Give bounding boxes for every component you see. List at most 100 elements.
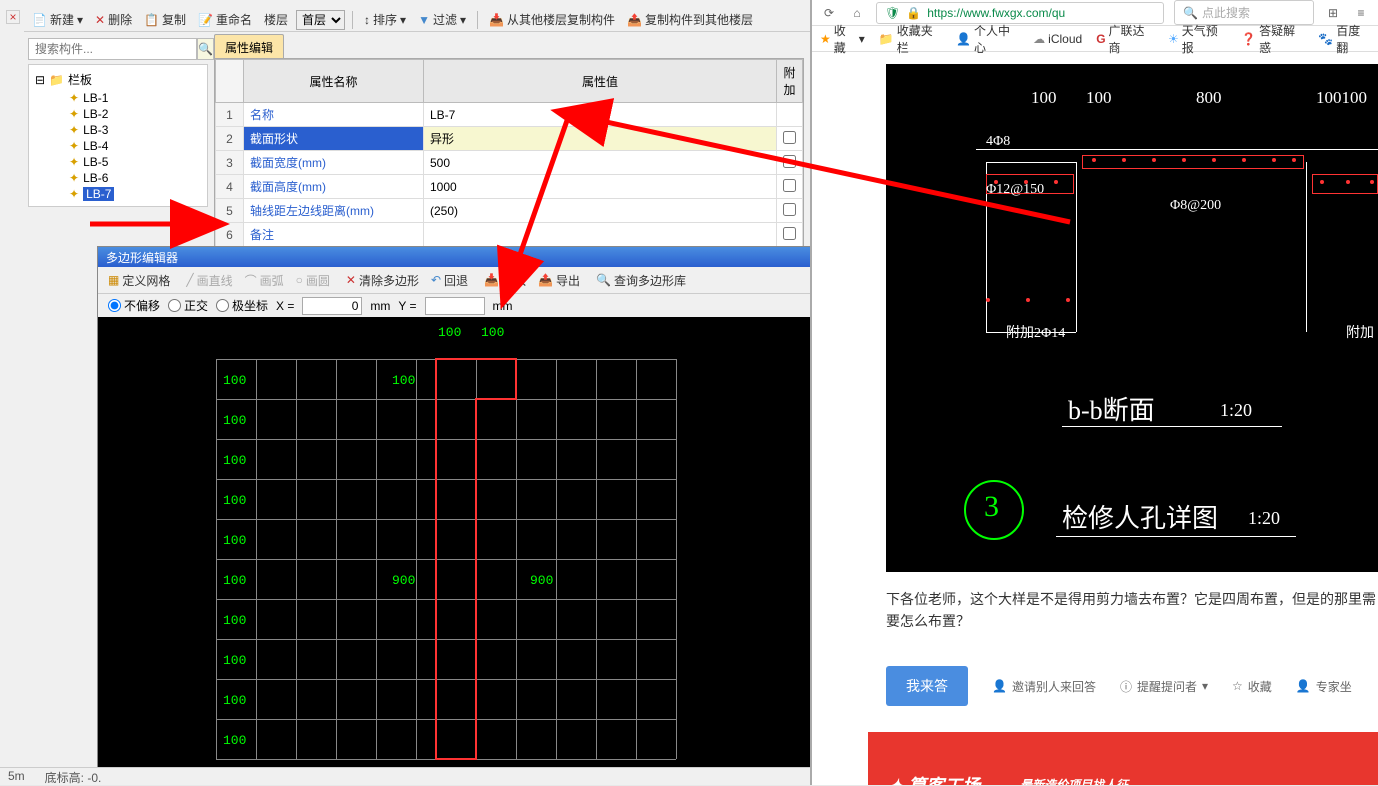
answer-button[interactable]: 我来答 bbox=[886, 666, 968, 706]
ortho-radio[interactable]: 正交 bbox=[168, 297, 208, 314]
tree-item[interactable]: ✦LB-1 bbox=[29, 90, 207, 106]
polygon-canvas[interactable]: 100 100 100 100 100 100 100 100 100 100 … bbox=[98, 317, 848, 780]
import-button[interactable]: 📥导入 bbox=[480, 270, 530, 291]
status-right: 底标高: -0. bbox=[45, 769, 102, 784]
promo-banner[interactable]: ✦ 算客工场 最新造价项目找人征 bbox=[868, 732, 1378, 785]
prop-value[interactable]: LB-7 bbox=[424, 103, 777, 127]
line-icon: ╱ bbox=[186, 273, 193, 287]
undo-button[interactable]: ↶回退 bbox=[427, 270, 472, 291]
col-value: 属性值 bbox=[424, 60, 777, 103]
draw-arc-button[interactable]: ⌒画弧 bbox=[241, 270, 288, 291]
home-button[interactable]: ⌂ bbox=[848, 4, 866, 22]
dim-label: 100 bbox=[392, 373, 415, 388]
mm-label: mm bbox=[493, 299, 513, 313]
prop-value[interactable]: 500 bbox=[424, 151, 777, 175]
address-bar[interactable]: 🛡 🔒 https://www.fwxgx.com/qu bbox=[876, 2, 1164, 24]
bookmark-weather[interactable]: ☀天气预报 bbox=[1168, 22, 1227, 56]
menu-icon[interactable]: ≡ bbox=[1352, 4, 1370, 22]
shield-icon: 🛡 bbox=[885, 6, 900, 20]
prop-name: 备注 bbox=[244, 223, 424, 247]
prop-value[interactable]: 异形 bbox=[424, 127, 777, 151]
arc-icon: ⌒ bbox=[245, 272, 257, 289]
search-input[interactable] bbox=[28, 38, 197, 60]
search-button[interactable]: 🔍 bbox=[197, 38, 214, 60]
folder-icon: 📁 bbox=[879, 32, 894, 46]
item-icon: ✦ bbox=[69, 171, 79, 185]
define-grid-button[interactable]: ▦定义网格 bbox=[104, 270, 174, 291]
polygon-title-bar[interactable]: 多边形编辑器 ✕ bbox=[98, 247, 848, 267]
prop-name: 截面高度(mm) bbox=[244, 175, 424, 199]
draw-circle-button[interactable]: ○画圆 bbox=[292, 270, 334, 291]
y-input[interactable] bbox=[425, 297, 485, 315]
close-icon[interactable]: × bbox=[6, 10, 20, 24]
cad-dim: 800 bbox=[1196, 88, 1222, 108]
prop-value[interactable] bbox=[424, 223, 777, 247]
cad-drawing: 100 100 800 100100 4Φ8 Φ12@150 bbox=[886, 64, 1378, 572]
tree-item[interactable]: ✦LB-3 bbox=[29, 122, 207, 138]
bookmark-folder[interactable]: 📁收藏夹栏 bbox=[879, 22, 942, 56]
prop-checkbox[interactable] bbox=[783, 227, 796, 240]
tab-properties[interactable]: 属性编辑 bbox=[214, 34, 284, 60]
folder-icon: 📁 bbox=[49, 73, 64, 87]
tree-root[interactable]: ⊟📁栏板 bbox=[29, 69, 207, 90]
no-offset-radio[interactable]: 不偏移 bbox=[108, 297, 160, 314]
polar-radio[interactable]: 极坐标 bbox=[216, 297, 268, 314]
user-icon: 👤 bbox=[956, 32, 971, 46]
cloud-icon: ☁ bbox=[1033, 32, 1045, 46]
banner-text: 最新造价项目找人征 bbox=[1020, 776, 1128, 785]
dim-label: 900 bbox=[392, 573, 415, 588]
bookmark-qa[interactable]: ❓答疑解惑 bbox=[1241, 22, 1304, 56]
invite-button[interactable]: 👤邀请别人来回答 bbox=[992, 678, 1096, 695]
new-button[interactable]: 📄新建▾ bbox=[28, 9, 87, 30]
bookmark-baidu[interactable]: 🐾百度翻 bbox=[1318, 22, 1370, 56]
prop-checkbox[interactable] bbox=[783, 131, 796, 144]
tree-item-selected[interactable]: ✦LB-7 bbox=[29, 186, 207, 202]
lock-icon: 🔒 bbox=[906, 6, 921, 20]
clear-button[interactable]: ✕清除多边形 bbox=[342, 270, 423, 291]
cad-dim: 100100 bbox=[1316, 88, 1367, 108]
tree-item[interactable]: ✦LB-4 bbox=[29, 138, 207, 154]
bookmark-icloud[interactable]: ☁iCloud bbox=[1033, 32, 1082, 46]
copy-button[interactable]: 📋复制 bbox=[140, 9, 190, 30]
collect-button[interactable]: ☆收藏 bbox=[1232, 678, 1272, 695]
prop-checkbox[interactable] bbox=[783, 179, 796, 192]
detail-title: 检修人孔详图 bbox=[1062, 498, 1218, 535]
bookmark-fav[interactable]: ★收藏▾ bbox=[820, 22, 865, 56]
bookmark-gld[interactable]: G广联达商 bbox=[1096, 22, 1154, 56]
sort-button[interactable]: ↕排序▾ bbox=[360, 9, 410, 30]
x-label: X = bbox=[276, 299, 294, 313]
query-button[interactable]: 🔍查询多边形库 bbox=[592, 270, 690, 291]
component-tree: ⊟📁栏板 ✦LB-1 ✦LB-2 ✦LB-3 ✦LB-4 ✦LB-5 ✦LB-6… bbox=[28, 64, 208, 207]
export-button[interactable]: 📤导出 bbox=[534, 270, 584, 291]
delete-button[interactable]: ✕删除 bbox=[91, 9, 136, 30]
tree-item[interactable]: ✦LB-2 bbox=[29, 106, 207, 122]
mm-label: mm bbox=[370, 299, 390, 313]
search-icon: 🔍 bbox=[1183, 6, 1198, 20]
draw-line-button[interactable]: ╱画直线 bbox=[182, 270, 236, 291]
prop-checkbox[interactable] bbox=[783, 155, 796, 168]
prop-checkbox[interactable] bbox=[783, 203, 796, 216]
item-icon: ✦ bbox=[69, 123, 79, 137]
remind-button[interactable]: ⓘ提醒提问者▾ bbox=[1120, 678, 1208, 695]
banner-logo: ✦ 算客工场 bbox=[888, 772, 980, 786]
grid-icon: ▦ bbox=[108, 273, 119, 287]
cad-note: Φ12@150 bbox=[986, 182, 1044, 198]
prop-value[interactable]: 1000 bbox=[424, 175, 777, 199]
dim-label: 100 bbox=[223, 453, 246, 468]
refresh-button[interactable]: ⟳ bbox=[820, 4, 838, 22]
y-label: Y = bbox=[398, 299, 416, 313]
floor-select[interactable]: 首层 bbox=[296, 10, 345, 30]
bookmark-personal[interactable]: 👤个人中心 bbox=[956, 22, 1019, 56]
rename-button[interactable]: 📝重命名 bbox=[194, 9, 256, 30]
copyto-button[interactable]: 📤复制构件到其他楼层 bbox=[623, 9, 757, 30]
tree-item[interactable]: ✦LB-5 bbox=[29, 154, 207, 170]
expert-button[interactable]: 👤专家坐 bbox=[1296, 678, 1352, 695]
tree-item[interactable]: ✦LB-6 bbox=[29, 170, 207, 186]
filter-button[interactable]: ▼过滤▾ bbox=[414, 9, 470, 30]
x-input[interactable] bbox=[302, 297, 362, 315]
copy-icon: 📋 bbox=[144, 13, 159, 27]
prop-value[interactable]: (250) bbox=[424, 199, 777, 223]
status-bar: 5m 底标高: -0. bbox=[0, 767, 810, 785]
copyfrom-button[interactable]: 📥从其他楼层复制构件 bbox=[485, 9, 619, 30]
apps-icon[interactable]: ⊞ bbox=[1324, 4, 1342, 22]
